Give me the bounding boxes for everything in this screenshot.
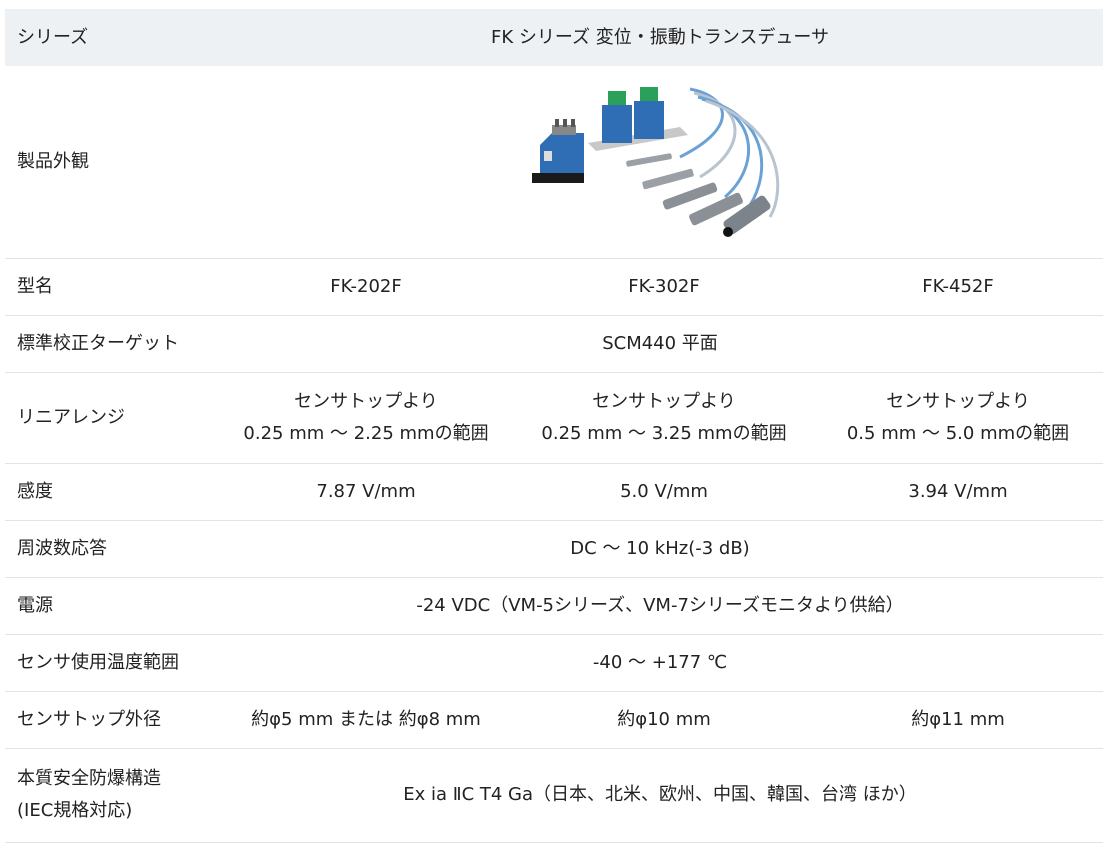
range-line2: 0.25 mm ～ 2.25 mmの範囲 — [243, 422, 489, 444]
range-label: リニアレンジ — [5, 372, 217, 464]
diameter-fk-302f: 約φ10 mm — [515, 691, 813, 749]
sensitivity-row: 感度 7.87 V/mm 5.0 V/mm 3.94 V/mm — [5, 463, 1104, 521]
sensitivity-label: 感度 — [5, 463, 217, 521]
model-fk-452f: FK-452F — [813, 258, 1104, 316]
spec-table: シリーズ FK シリーズ 変位・振動トランスデューサ 製品外観 型名 FK-20… — [5, 9, 1104, 843]
model-fk-302f: FK-302F — [515, 258, 813, 316]
sensitivity-fk-202f: 7.87 V/mm — [217, 463, 515, 521]
sensitivity-fk-302f: 5.0 V/mm — [515, 463, 813, 521]
appearance-label: 製品外観 — [5, 66, 217, 259]
power-label: 電源 — [5, 577, 217, 635]
range-fk-302f: センサトップより 0.25 mm ～ 3.25 mmの範囲 — [515, 372, 813, 464]
explosion-value: Ex ia ⅡC T4 Ga（日本、北米、欧州、中国、韓国、台湾 ほか） — [217, 748, 1104, 843]
range-line2: 0.25 mm ～ 3.25 mmの範囲 — [541, 422, 787, 444]
temperature-value: -40 ～ +177 ℃ — [217, 634, 1104, 692]
explosion-label: 本質安全防爆構造 (IEC規格対応) — [5, 748, 217, 843]
product-image-cell — [217, 66, 1104, 259]
header-label: シリーズ — [5, 9, 217, 66]
range-row: リニアレンジ センサトップより 0.25 mm ～ 2.25 mmの範囲 センサ… — [5, 372, 1104, 464]
temperature-row: センサ使用温度範囲 -40 ～ +177 ℃ — [5, 634, 1104, 692]
series-title: FK シリーズ 変位・振動トランスデューサ — [217, 9, 1104, 66]
target-row: 標準校正ターゲット SCM440 平面 — [5, 315, 1104, 373]
range-line1: センサトップより — [294, 390, 438, 412]
appearance-row: 製品外観 — [5, 66, 1104, 259]
model-row: 型名 FK-202F FK-302F FK-452F — [5, 258, 1104, 316]
product-image — [532, 86, 780, 237]
range-fk-452f: センサトップより 0.5 mm ～ 5.0 mmの範囲 — [813, 372, 1104, 464]
target-value: SCM440 平面 — [217, 315, 1104, 373]
target-label: 標準校正ターゲット — [5, 315, 217, 373]
diameter-fk-452f: 約φ11 mm — [813, 691, 1104, 749]
frequency-value: DC ～ 10 kHz(-3 dB) — [217, 520, 1104, 578]
range-line1: センサトップより — [592, 390, 736, 412]
sensor-probes — [626, 153, 771, 237]
diameter-row: センサトップ外径 約φ5 mm または 約φ8 mm 約φ10 mm 約φ11 … — [5, 691, 1104, 749]
frequency-label: 周波数応答 — [5, 520, 217, 578]
temperature-label: センサ使用温度範囲 — [5, 634, 217, 692]
transducer-block-back — [602, 86, 664, 143]
diameter-fk-202f: 約φ5 mm または 約φ8 mm — [217, 691, 515, 749]
explosion-label-line1: 本質安全防爆構造 — [17, 768, 161, 789]
power-value: -24 VDC（VM-5シリーズ、VM-7シリーズモニタより供給） — [217, 577, 1104, 635]
range-line1: センサトップより — [886, 390, 1030, 412]
diameter-label: センサトップ外径 — [5, 691, 217, 749]
model-label: 型名 — [5, 258, 217, 316]
header-row: シリーズ FK シリーズ 変位・振動トランスデューサ — [5, 9, 1104, 66]
power-row: 電源 -24 VDC（VM-5シリーズ、VM-7シリーズモニタより供給） — [5, 577, 1104, 635]
range-line2: 0.5 mm ～ 5.0 mmの範囲 — [846, 422, 1070, 444]
sensitivity-fk-452f: 3.94 V/mm — [813, 463, 1104, 521]
range-fk-202f: センサトップより 0.25 mm ～ 2.25 mmの範囲 — [217, 372, 515, 464]
transducer-block-front — [532, 118, 584, 183]
explosion-row: 本質安全防爆構造 (IEC規格対応) Ex ia ⅡC T4 Ga（日本、北米、… — [5, 748, 1104, 843]
model-fk-202f: FK-202F — [217, 258, 515, 316]
explosion-label-line2: (IEC規格対応) — [17, 800, 133, 821]
frequency-row: 周波数応答 DC ～ 10 kHz(-3 dB) — [5, 520, 1104, 578]
